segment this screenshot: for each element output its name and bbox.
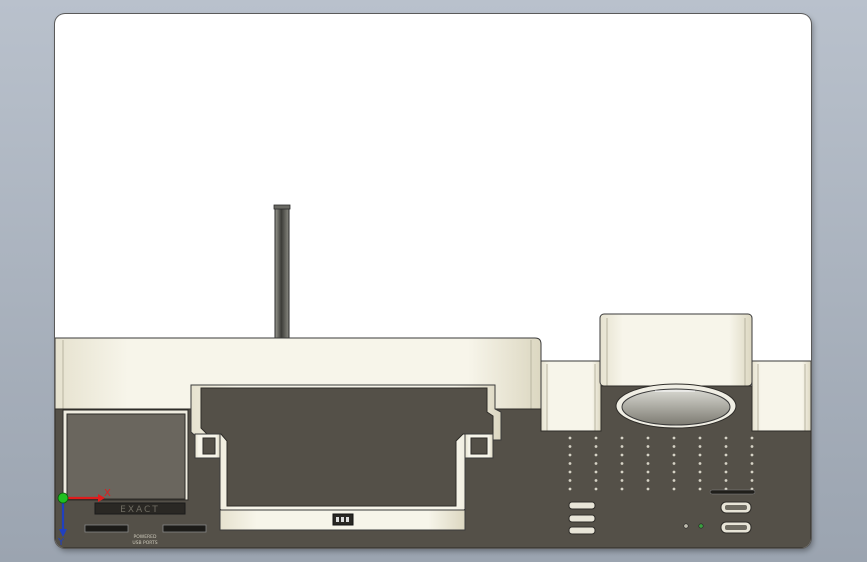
- grille-hole: [750, 462, 754, 465]
- grille-hole: [698, 479, 702, 482]
- grille-hole: [750, 436, 754, 440]
- grille-hole: [724, 445, 728, 448]
- grille-hole: [646, 470, 650, 474]
- grille-hole: [620, 462, 624, 465]
- display-window: EXACT: [62, 409, 189, 515]
- grille-hole: [750, 470, 754, 474]
- antenna: [273, 204, 291, 339]
- grille-hole: [620, 436, 624, 440]
- grille-hole: [724, 470, 728, 474]
- cad-model: EXACT POWERED USB PORTS X Y: [55, 204, 811, 548]
- graphics-viewport[interactable]: EXACT POWERED USB PORTS X Y: [55, 14, 811, 548]
- grille-hole: [646, 453, 650, 457]
- grille-hole: [646, 436, 650, 440]
- grille-hole: [672, 445, 676, 448]
- grille-hole: [646, 462, 650, 465]
- grille-hole: [672, 479, 676, 482]
- grille-hole: [750, 479, 754, 482]
- grille-hole: [646, 445, 650, 448]
- cradle-pocket: [190, 384, 502, 531]
- grille-hole: [646, 487, 650, 491]
- grille-hole: [672, 462, 676, 465]
- grille-hole: [672, 453, 676, 457]
- grille-hole: [646, 479, 650, 482]
- grille-hole: [672, 436, 676, 440]
- grille-hole: [594, 479, 598, 482]
- grille-hole: [568, 453, 572, 457]
- grille-hole: [568, 445, 572, 448]
- grille-hole: [594, 462, 598, 465]
- grille-hole: [620, 470, 624, 474]
- grille-hole: [750, 445, 754, 448]
- x-axis-label: X: [104, 488, 111, 499]
- port-label-line2: USB PORTS: [132, 540, 157, 546]
- port-label-line1: POWERED: [134, 534, 158, 540]
- grille-hole: [594, 470, 598, 474]
- grille-hole: [698, 462, 702, 465]
- grille-hole: [620, 453, 624, 457]
- grille-hole: [724, 436, 728, 440]
- grille-hole: [698, 453, 702, 457]
- grille-hole: [698, 436, 702, 440]
- grille-hole: [620, 479, 624, 482]
- grille-hole: [568, 436, 572, 440]
- grille-hole: [568, 470, 572, 474]
- origin-marker: [57, 492, 69, 504]
- brand-label: EXACT: [120, 505, 160, 515]
- grille-hole: [568, 462, 572, 465]
- grille-hole: [672, 470, 676, 474]
- y-axis-label: Y: [57, 537, 65, 548]
- grille-hole: [568, 487, 572, 491]
- grille-hole: [698, 470, 702, 474]
- grille-hole: [594, 436, 598, 440]
- grille-hole: [620, 487, 624, 491]
- speaker-oval: [615, 383, 737, 429]
- grille-hole: [568, 479, 572, 482]
- grille-hole: [724, 462, 728, 465]
- grille-hole: [724, 453, 728, 457]
- grille-hole: [620, 445, 624, 448]
- grille-hole: [698, 487, 702, 491]
- grille-hole: [594, 453, 598, 457]
- grille-hole: [672, 487, 676, 491]
- grille-hole: [594, 487, 598, 491]
- grille-hole: [594, 445, 598, 448]
- grille-hole: [724, 479, 728, 482]
- grille-hole: [750, 453, 754, 457]
- grille-hole: [698, 445, 702, 448]
